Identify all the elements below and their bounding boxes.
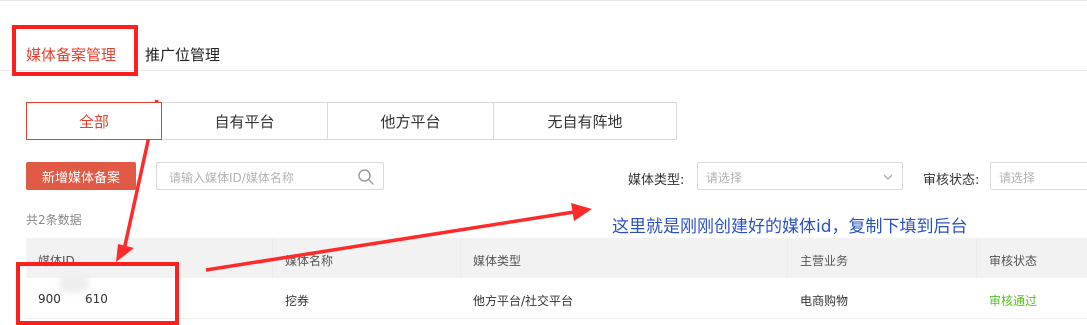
header-review-status: 审核状态 [989,254,1038,268]
review-status-placeholder: 请选择 [999,171,1036,185]
annotation-text: 这里就是刚刚创建好的媒体id，复制下填到后台 [612,217,968,237]
tabs-divider [0,70,1087,71]
business: 电商购物 [800,294,849,308]
segment-no-own-position[interactable]: 无自有阵地 [493,102,677,140]
add-media-filing-button[interactable]: 新增媒体备案 [26,162,136,190]
search-box [156,162,384,190]
media-type: 他方平台/社交平台 [473,294,574,308]
highlight-box-tab [12,25,138,76]
segment-own-platform[interactable]: 自有平台 [161,102,328,140]
platform-filter-segment: 全部 自有平台 他方平台 无自有阵地 [26,102,677,140]
header-media-name: 媒体名称 [285,254,334,268]
top-divider [0,0,1087,1]
search-input[interactable] [167,168,351,188]
media-type-placeholder: 请选择 [706,171,743,185]
review-status-label: 审核状态: [923,173,980,188]
media-type-select[interactable]: 请选择 [697,162,903,190]
arrow-right-head [571,203,592,221]
highlight-box-media-id [16,262,179,325]
table-row[interactable]: 900 610 挖券 他方平台/社交平台 电商购物 审核通过 [26,275,1087,319]
top-tab-bar: 媒体备案管理 推广位管理 [0,24,1087,72]
tab-ad-slot-management[interactable]: 推广位管理 [145,44,220,65]
record-count: 共2条数据 [26,213,82,227]
segment-all[interactable]: 全部 [26,102,162,140]
search-icon[interactable] [357,168,375,186]
table-header: 媒体ID 媒体名称 媒体类型 主营业务 审核状态 [26,238,1087,278]
chevron-down-icon [883,174,893,180]
review-status-badge: 审核通过 [989,294,1038,308]
media-type-label: 媒体类型: [628,173,685,188]
header-media-type: 媒体类型 [473,254,522,268]
header-business: 主营业务 [800,254,849,268]
segment-other-platform[interactable]: 他方平台 [327,102,494,140]
media-name: 挖券 [285,294,310,308]
review-status-select[interactable]: 请选择 [990,162,1087,190]
